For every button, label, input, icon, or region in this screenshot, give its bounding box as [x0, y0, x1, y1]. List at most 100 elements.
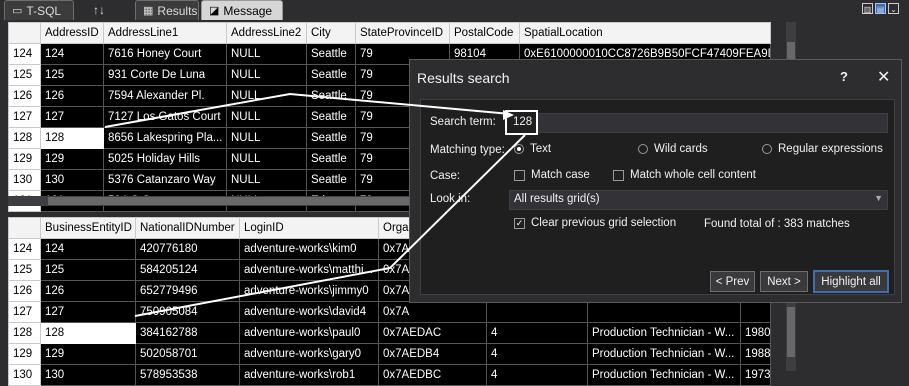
- table-cell[interactable]: NULL: [226, 148, 307, 170]
- match-whole-checkbox[interactable]: Match whole cell content: [613, 169, 756, 181]
- table-cell[interactable]: 130: [40, 169, 104, 191]
- table-cell[interactable]: 4: [486, 364, 588, 386]
- column-header[interactable]: AddressLine2: [226, 22, 307, 44]
- table-cell[interactable]: 420776180: [135, 238, 240, 260]
- matched-cell[interactable]: 128: [40, 127, 104, 149]
- table-cell[interactable]: 125: [40, 64, 104, 86]
- row-number[interactable]: 125: [8, 259, 41, 281]
- table-cell[interactable]: Production Technician - W...: [587, 343, 741, 365]
- table-cell[interactable]: 1988: [740, 343, 771, 365]
- table-cell[interactable]: 502058701: [135, 343, 240, 365]
- table-cell[interactable]: 127: [40, 301, 136, 323]
- table-cell[interactable]: 1980: [740, 322, 771, 344]
- tab-tsql[interactable]: ▭ T-SQL: [4, 0, 74, 20]
- table-cell[interactable]: NULL: [226, 127, 307, 149]
- column-header[interactable]: BusinessEntityID: [40, 217, 136, 239]
- table-cell[interactable]: 127: [40, 106, 104, 128]
- column-header[interactable]: AddressID: [40, 22, 104, 44]
- table-cell[interactable]: 8656 Lakespring Pla...: [103, 127, 227, 149]
- table-cell[interactable]: 125: [40, 259, 136, 281]
- split-vertical-icon[interactable]: ▥: [862, 3, 873, 14]
- row-number[interactable]: 124: [8, 43, 41, 65]
- table-cell[interactable]: 7616 Honey Court: [103, 43, 227, 65]
- table-cell[interactable]: NULL: [226, 43, 307, 65]
- table-cell[interactable]: [587, 301, 741, 323]
- table-cell[interactable]: Seattle: [306, 64, 356, 86]
- column-header[interactable]: PostalCode: [449, 22, 520, 44]
- table-cell[interactable]: 7127 Los Gatos Court: [103, 106, 227, 128]
- table-cell[interactable]: Seattle: [306, 43, 356, 65]
- column-header[interactable]: NationalIDNumber: [135, 217, 240, 239]
- close-icon[interactable]: ✕: [877, 67, 890, 87]
- table-cell[interactable]: 0x7AEDBC: [378, 364, 487, 386]
- match-case-checkbox[interactable]: Match case: [514, 169, 590, 181]
- column-header[interactable]: StateProvinceID: [355, 22, 450, 44]
- table-cell[interactable]: 126: [40, 85, 104, 107]
- table-cell[interactable]: 584205124: [135, 259, 240, 281]
- table-cell[interactable]: 124: [40, 238, 136, 260]
- table-cell[interactable]: Seattle: [306, 127, 356, 149]
- table-row[interactable]: 128 128 384162788 adventure-works\paul0 0x7A…: [8, 322, 771, 344]
- table-cell[interactable]: Production Technician - W...: [587, 364, 741, 386]
- tab-results[interactable]: ▦ Results: [135, 0, 199, 20]
- row-number[interactable]: 130: [8, 364, 41, 386]
- table-cell[interactable]: adventure-works\gary0: [239, 343, 379, 365]
- table-cell[interactable]: 5376 Catanzaro Way: [103, 169, 227, 191]
- tab-sort[interactable]: ↑↓: [86, 0, 116, 20]
- matched-cell[interactable]: 128: [40, 322, 136, 344]
- table-cell[interactable]: Production Technician - W...: [587, 322, 741, 344]
- table-cell[interactable]: 1973: [740, 364, 771, 386]
- table-cell[interactable]: NULL: [226, 64, 307, 86]
- table-cell[interactable]: 129: [40, 343, 136, 365]
- row-number[interactable]: 127: [8, 301, 41, 323]
- row-number[interactable]: 130: [8, 169, 41, 191]
- collapse-icon[interactable]: ⌄: [888, 3, 899, 14]
- table-cell[interactable]: adventure-works\david4: [239, 301, 379, 323]
- table-cell[interactable]: adventure-works\jimmy0: [239, 280, 379, 302]
- clear-selection-checkbox[interactable]: ✓ Clear previous grid selection: [514, 217, 676, 229]
- prev-button[interactable]: < Prev: [710, 271, 755, 292]
- row-number[interactable]: 127: [8, 106, 41, 128]
- table-cell[interactable]: NULL: [226, 85, 307, 107]
- radio-regex[interactable]: Regular expressions: [762, 143, 883, 155]
- next-button[interactable]: Next >: [760, 271, 808, 292]
- table-cell[interactable]: 5025 Holiday Hills: [103, 148, 227, 170]
- table-row[interactable]: 127 127 750905084 adventure-works\david4 0x7…: [8, 301, 771, 323]
- table-cell[interactable]: adventure-works\paul0: [239, 322, 379, 344]
- row-number[interactable]: 126: [8, 85, 41, 107]
- table-cell[interactable]: 578953538: [135, 364, 240, 386]
- table-cell[interactable]: 0x7A: [378, 301, 487, 323]
- table-cell[interactable]: 0x7AEDB4: [378, 343, 487, 365]
- table-row[interactable]: 129 129 502058701 adventure-works\gary0 0x7A…: [8, 343, 771, 365]
- search-term-value[interactable]: 128: [505, 110, 538, 135]
- table-cell[interactable]: 384162788: [135, 322, 240, 344]
- table-cell[interactable]: 4: [486, 343, 588, 365]
- column-header[interactable]: SpatialLocation: [519, 22, 771, 44]
- table-cell[interactable]: 7594 Alexander Pl.: [103, 85, 227, 107]
- row-number[interactable]: 128: [8, 322, 41, 344]
- table-cell[interactable]: [740, 301, 771, 323]
- column-header[interactable]: LoginID: [239, 217, 379, 239]
- table-cell[interactable]: NULL: [226, 106, 307, 128]
- row-number[interactable]: 126: [8, 280, 41, 302]
- table-cell[interactable]: 129: [40, 148, 104, 170]
- row-number[interactable]: 125: [8, 64, 41, 86]
- table-cell[interactable]: 0x7AEDAC: [378, 322, 487, 344]
- table-cell[interactable]: adventure-works\rob1: [239, 364, 379, 386]
- table-cell[interactable]: 124: [40, 43, 104, 65]
- split-horizontal-icon[interactable]: ▤: [875, 3, 886, 14]
- tab-message[interactable]: ◪ Message: [201, 0, 283, 20]
- highlight-all-button[interactable]: Highlight all: [813, 270, 889, 293]
- table-cell[interactable]: 126: [40, 280, 136, 302]
- table-cell[interactable]: NULL: [226, 169, 307, 191]
- table-cell[interactable]: 931 Corte De Luna: [103, 64, 227, 86]
- table-cell[interactable]: Seattle: [306, 169, 356, 191]
- table-cell[interactable]: Seattle: [306, 148, 356, 170]
- table-cell[interactable]: Seattle: [306, 85, 356, 107]
- table-cell[interactable]: 652779496: [135, 280, 240, 302]
- table-cell[interactable]: 130: [40, 364, 136, 386]
- row-number[interactable]: 124: [8, 238, 41, 260]
- table-cell[interactable]: [486, 301, 588, 323]
- column-header[interactable]: City: [306, 22, 356, 44]
- table-cell[interactable]: 4: [486, 322, 588, 344]
